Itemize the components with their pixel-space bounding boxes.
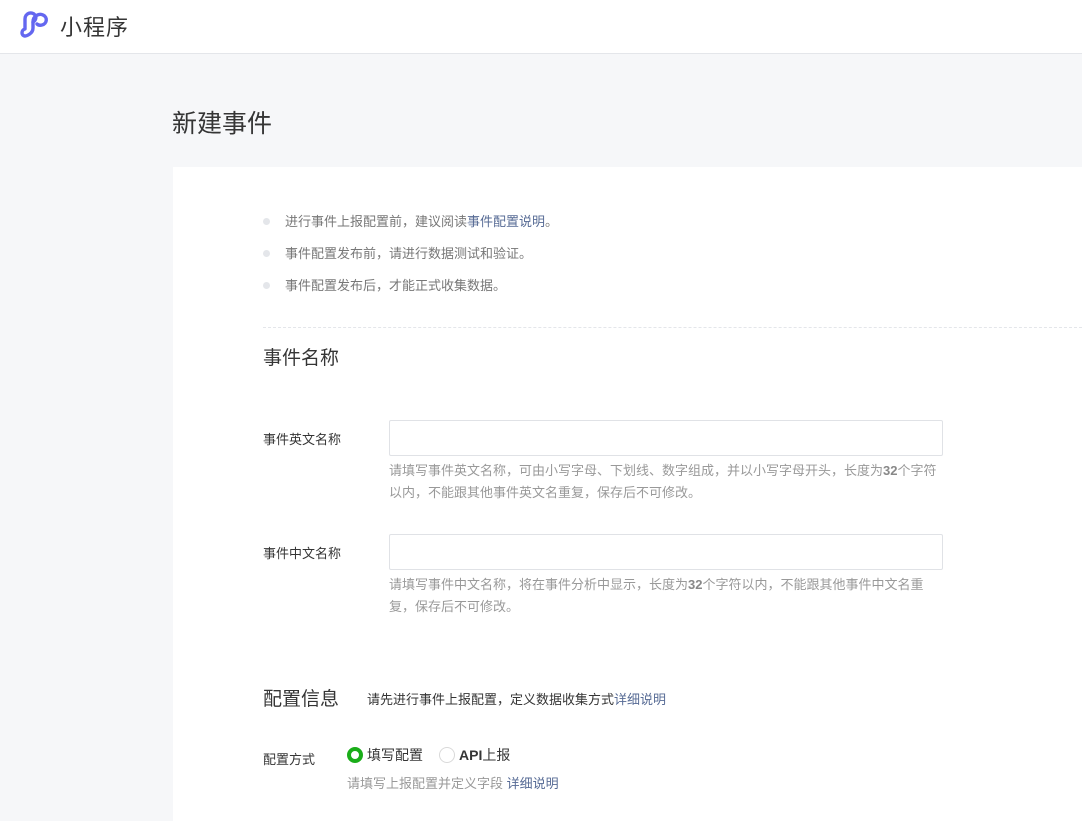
- chinese-name-input[interactable]: [389, 534, 943, 570]
- english-name-label: 事件英文名称: [263, 432, 342, 447]
- bullet-icon: [263, 282, 270, 289]
- english-name-hint: 请填写事件英文名称，可由小写字母、下划线、数字组成，并以小写字母开头，长度为32…: [389, 460, 949, 504]
- radio-unchecked-icon: [439, 747, 455, 763]
- hint-text: 请填写事件英文名称，可由小写字母、下划线、数字组成，并以小写字母开头，长度为: [389, 463, 884, 478]
- page-title: 新建事件: [172, 110, 273, 138]
- tip-item: 进行事件上报配置前，建议阅读事件配置说明。: [263, 212, 1082, 244]
- tip-suffix: 。: [545, 214, 559, 229]
- chinese-name-hint: 请填写事件中文名称，将在事件分析中显示，长度为32个字符以内，不能跟其他事件中文…: [389, 574, 949, 618]
- hint-text: 请填写上报配置并定义字段: [347, 776, 504, 791]
- chinese-name-label: 事件中文名称: [263, 546, 342, 561]
- tips-list: 进行事件上报配置前，建议阅读事件配置说明。 事件配置发布前，请进行数据测试和验证…: [263, 212, 1082, 308]
- radio-checked-icon: [347, 747, 363, 763]
- top-bar: 小程序: [0, 0, 1082, 54]
- radio-api-report[interactable]: API 上报: [439, 745, 510, 765]
- radio-label: 填写配置: [367, 747, 423, 763]
- tip-text: 事件配置发布前，请进行数据测试和验证。: [285, 246, 533, 261]
- event-config-guide-link[interactable]: 事件配置说明: [467, 214, 545, 229]
- tip-item: 事件配置发布前，请进行数据测试和验证。: [263, 244, 1082, 276]
- config-section-title: 配置信息: [263, 689, 340, 710]
- tip-text: 进行事件上报配置前，建议阅读: [285, 214, 468, 229]
- hint-text: 请填写事件中文名称，将在事件分析中显示，长度为: [389, 577, 689, 592]
- config-mode-hint: 请填写上报配置并定义字段 详细说明: [347, 773, 559, 792]
- english-name-input[interactable]: [389, 420, 943, 456]
- form-card: 进行事件上报配置前，建议阅读事件配置说明。 事件配置发布前，请进行数据测试和验证…: [173, 167, 1082, 821]
- radio-label: 上报: [482, 747, 511, 763]
- bullet-icon: [263, 250, 270, 257]
- radio-label-api: API: [459, 747, 483, 763]
- tip-item: 事件配置发布后，才能正式收集数据。: [263, 276, 1082, 308]
- brand-name[interactable]: 小程序: [60, 10, 129, 42]
- event-name-section-title: 事件名称: [263, 348, 340, 369]
- radio-fill-config[interactable]: 填写配置: [347, 745, 423, 765]
- bullet-icon: [263, 218, 270, 225]
- tip-text: 事件配置发布后，才能正式收集数据。: [285, 278, 507, 293]
- desc-text: 请先进行事件上报配置，定义数据收集方式: [367, 692, 615, 707]
- config-mode-label: 配置方式: [263, 752, 316, 767]
- miniprogram-logo-icon[interactable]: [20, 10, 52, 38]
- config-section-desc: 请先进行事件上报配置，定义数据收集方式详细说明: [367, 689, 666, 708]
- mode-detail-link[interactable]: 详细说明: [507, 776, 559, 791]
- hint-number: 32: [688, 577, 703, 592]
- hint-number: 32: [883, 463, 898, 478]
- config-detail-link[interactable]: 详细说明: [614, 692, 666, 707]
- divider: [263, 327, 1082, 328]
